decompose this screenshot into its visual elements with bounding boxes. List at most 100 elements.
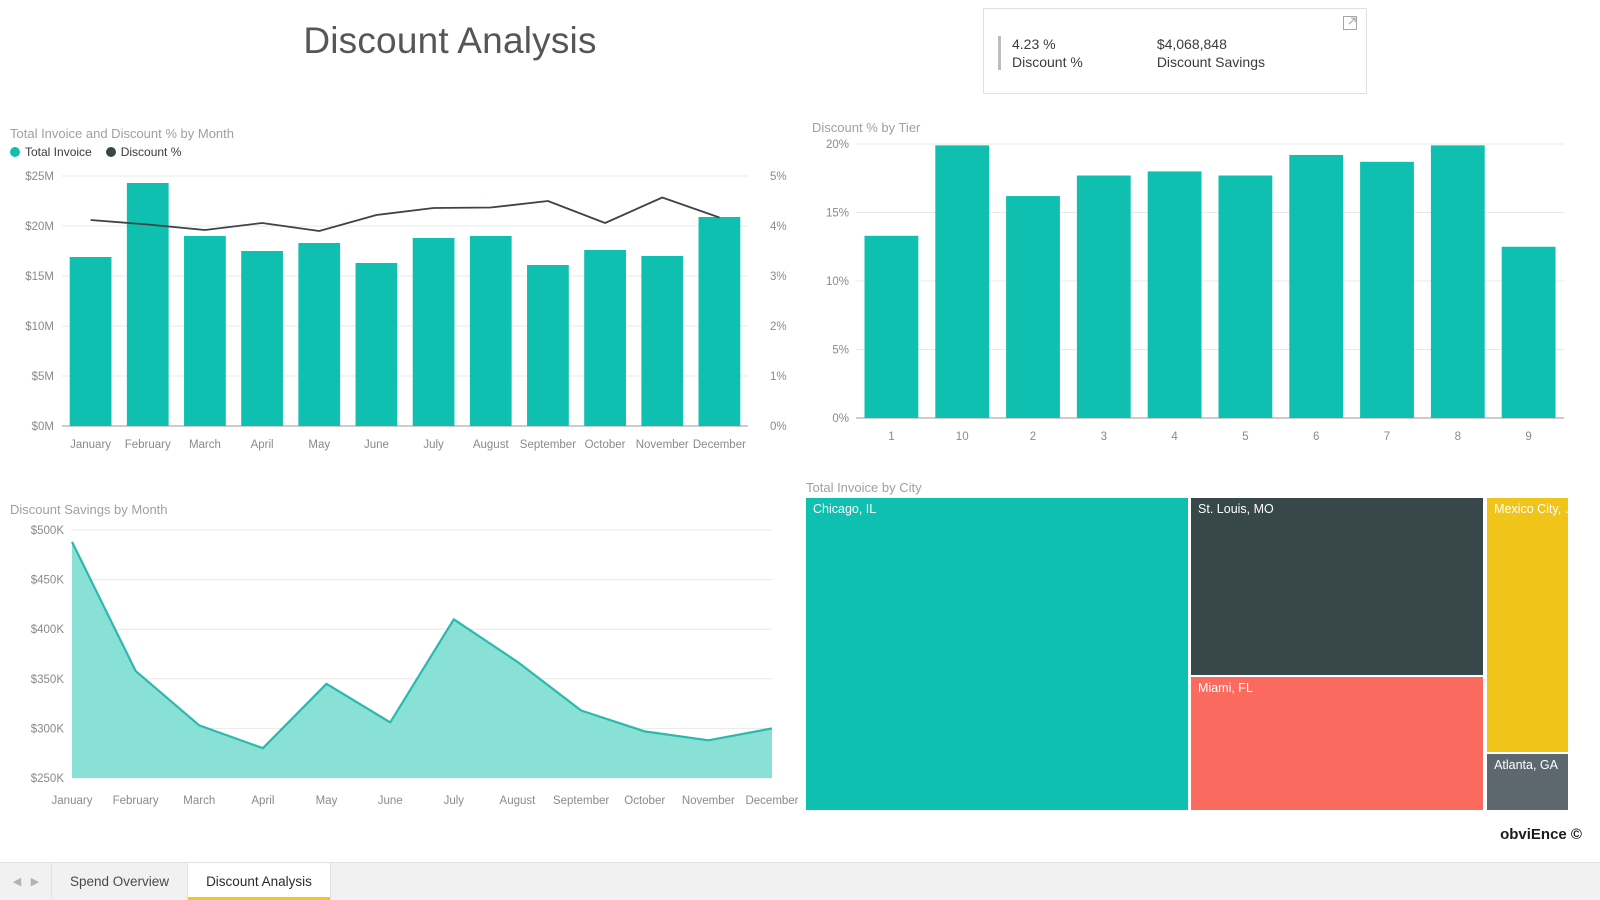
chart-plot-area: $0M $5M $10M $15M $20M $25M 0% 1% 2% 3% 4% 5% Januar… [25, 171, 787, 451]
y-axis-tick-label: $500K [31, 525, 65, 537]
x-axis-tick-label: December [693, 439, 746, 451]
bar[interactable] [1076, 175, 1131, 418]
x-axis-tick-label: November [636, 439, 689, 451]
treemap-node[interactable]: Chicago, IL [806, 498, 1188, 810]
y-axis-tick-label: $450K [31, 575, 65, 587]
y-axis-tick-label: 10% [826, 276, 849, 288]
bar[interactable] [1360, 161, 1414, 418]
x-axis-tick-label: June [378, 795, 403, 807]
bar[interactable] [527, 265, 569, 426]
bar[interactable] [641, 256, 684, 426]
bar[interactable] [864, 235, 919, 418]
x-axis-tick-label: February [113, 795, 159, 807]
treemap-node-label: Atlanta, GA [1494, 757, 1558, 772]
y-axis-tick-label: $350K [31, 674, 65, 686]
legend-item-discount-pct[interactable]: Discount % [105, 145, 182, 159]
chart-title: Total Invoice by City [806, 480, 922, 495]
treemap-node[interactable]: Mexico City, … [1487, 498, 1568, 752]
y-axis-tick-label: 20% [826, 139, 849, 151]
bar[interactable] [184, 236, 226, 426]
y-axis-tick-label: $250K [31, 773, 65, 785]
treemap-node[interactable]: St. Louis, MO [1191, 498, 1484, 675]
x-axis-tick-label: December [745, 795, 798, 807]
y-axis-tick-label: $300K [31, 723, 65, 735]
y-axis-left-tick-label: $20M [25, 221, 54, 233]
x-axis-tick-label: November [682, 795, 735, 807]
legend-item-total-invoice[interactable]: Total Invoice [10, 145, 92, 159]
bar[interactable] [935, 145, 990, 418]
x-axis-tick-label: 5 [1242, 431, 1248, 443]
y-axis-right-tick-label: 0% [770, 421, 787, 433]
treemap-node[interactable]: Atlanta, GA [1487, 753, 1568, 810]
x-axis-tick-label: March [189, 439, 221, 451]
next-page-icon[interactable]: ▶ [26, 875, 44, 888]
tab-nav-arrows: ◀ ▶ [0, 863, 52, 900]
bar[interactable] [298, 243, 341, 426]
treemap-node-label: Miami, FL [1198, 680, 1253, 695]
treemap-node-label: Mexico City, … [1494, 502, 1568, 516]
x-axis-tick-label: July [423, 439, 444, 451]
page-tab-bar: ◀ ▶ Spend Overview Discount Analysis [0, 862, 1600, 900]
x-axis-tick-label: 3 [1101, 431, 1107, 443]
x-axis-tick-label: 9 [1525, 431, 1531, 443]
x-axis-tick-label: February [125, 439, 171, 451]
treemap-canvas: Chicago, IL St. Louis, MO Miami, FL Mexico … [806, 498, 1568, 810]
kpi-value: $4,068,848 [1156, 36, 1227, 52]
page-title: Discount Analysis [303, 20, 597, 61]
x-axis-tick-label: October [624, 795, 665, 807]
y-axis-right-tick-label: 5% [770, 171, 787, 183]
focus-mode-icon[interactable] [1342, 15, 1358, 31]
kpi-value: 4.23 % [1012, 36, 1056, 52]
y-axis-right-tick-label: 2% [770, 321, 787, 333]
chart-plot-area: $250K $300K $350K $400K $450K $500K January Feb… [31, 525, 799, 807]
powerbi-report-page: Discount Analysis 4.23 % Discount % $4,0… [0, 0, 1600, 900]
y-axis-left-tick-label: $25M [25, 171, 54, 183]
bar[interactable] [241, 251, 283, 426]
bar[interactable] [1430, 145, 1485, 418]
chart-discount-savings-by-month[interactable]: Discount Savings by Month $250K $300K $350… [10, 502, 800, 822]
y-axis-tick-label: 15% [826, 208, 849, 220]
bar[interactable] [126, 183, 169, 426]
bar[interactable] [1147, 171, 1202, 418]
x-axis-tick-label: 8 [1455, 431, 1461, 443]
bar[interactable] [69, 257, 112, 426]
y-axis-left-tick-label: $15M [25, 271, 54, 283]
bar[interactable] [584, 250, 626, 426]
treemap-node-label: Chicago, IL [813, 502, 877, 516]
x-axis-tick-label: May [316, 795, 338, 807]
legend-label: Total Invoice [25, 145, 92, 159]
x-axis-tick-label: June [364, 439, 389, 451]
chart-total-invoice-and-discount-by-month[interactable]: Total Invoice and Discount % by Month To… [10, 126, 800, 476]
bar[interactable] [355, 263, 398, 426]
prev-page-icon[interactable]: ◀ [8, 875, 26, 888]
y-axis-right-tick-label: 4% [770, 221, 787, 233]
bar[interactable] [1289, 154, 1344, 418]
treemap-node-label: St. Louis, MO [1198, 502, 1274, 516]
legend-label: Discount % [120, 145, 182, 159]
kpi-card[interactable]: 4.23 % Discount % $4,068,848 Discount Sa… [983, 8, 1367, 94]
x-axis-tick-label: 10 [956, 431, 969, 443]
bar[interactable] [1501, 246, 1556, 418]
bar[interactable] [1006, 196, 1060, 418]
bar[interactable] [412, 238, 455, 426]
tab-spend-overview[interactable]: Spend Overview [51, 863, 189, 900]
x-axis-tick-label: January [52, 795, 93, 807]
treemap-node[interactable]: Miami, FL [1191, 676, 1484, 810]
x-axis-tick-label: March [183, 795, 215, 807]
kpi-row: 4.23 % Discount % $4,068,848 Discount Sa… [998, 36, 1339, 71]
bar[interactable] [698, 217, 741, 426]
chart-title: Discount Savings by Month [10, 502, 168, 517]
bar[interactable] [1218, 175, 1273, 418]
x-axis-tick-label: August [500, 795, 537, 807]
y-axis-left-tick-label: $0M [32, 421, 54, 433]
tab-discount-analysis[interactable]: Discount Analysis [187, 863, 331, 900]
y-axis-tick-label: 5% [832, 345, 849, 357]
bar[interactable] [469, 236, 512, 426]
chart-discount-pct-by-tier[interactable]: Discount % by Tier 0% 5% 10% 15% 20% 1 10 2 3 4 5 6… [812, 120, 1572, 450]
y-axis-right-tick-label: 1% [770, 371, 787, 383]
area-fill[interactable] [72, 541, 772, 778]
legend-swatch-icon [105, 147, 116, 157]
x-axis-tick-label: 7 [1384, 431, 1390, 443]
x-axis-tick-label: January [70, 439, 111, 451]
chart-total-invoice-by-city[interactable]: Total Invoice by City Chicago, IL St. Lou… [806, 480, 1568, 810]
